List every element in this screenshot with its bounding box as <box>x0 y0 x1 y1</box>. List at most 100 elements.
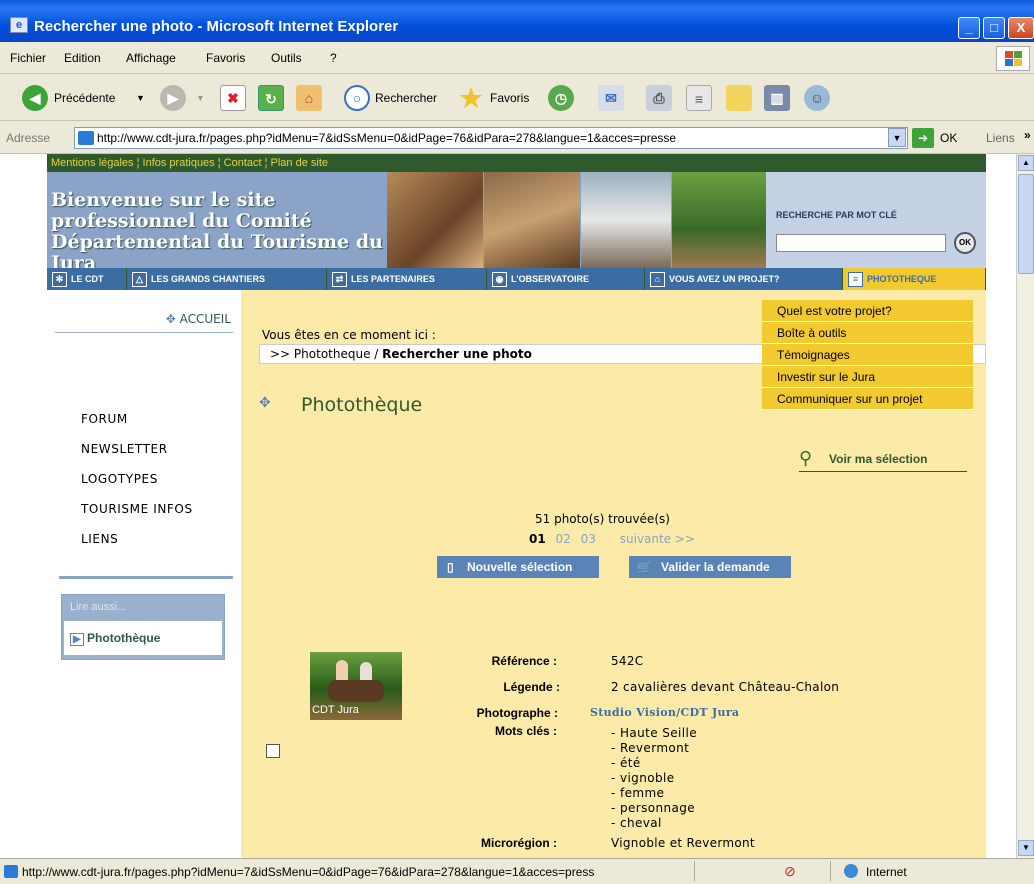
address-dropdown-icon[interactable]: ▼ <box>888 128 906 147</box>
forward-dropdown-icon[interactable]: ▼ <box>196 93 205 103</box>
keyword-item: - vignoble <box>611 771 675 785</box>
status-divider <box>830 861 831 881</box>
pagination: 01 02 03 suivante >> <box>529 532 695 546</box>
keyword-item: - personnage <box>611 801 696 815</box>
back-arrow-icon[interactable]: ◀ <box>22 85 48 111</box>
nav-le-cdt[interactable]: ✻ LE CDT <box>47 268 127 290</box>
sidebar-link-tourisme-infos[interactable]: TOURISME INFOS <box>81 494 193 524</box>
dropdown-item-projet[interactable]: Quel est votre projet? <box>762 300 973 322</box>
go-button-label[interactable]: OK <box>940 131 957 145</box>
magnifier-icon: ⚲ <box>799 448 813 468</box>
status-bar: http://www.cdt-jura.fr/pages.php?idMenu=… <box>0 858 1034 884</box>
photographer-value[interactable]: Studio Vision/CDT Jura <box>590 706 739 719</box>
mail-icon[interactable]: ✉ <box>598 85 624 111</box>
discuss-icon[interactable] <box>726 85 752 111</box>
scroll-thumb[interactable] <box>1018 174 1034 274</box>
maximize-button[interactable]: □ <box>983 17 1005 39</box>
page-02[interactable]: 02 <box>556 532 571 546</box>
links-label[interactable]: Liens <box>986 131 1015 145</box>
play-icon: ▶ <box>70 633 84 646</box>
sidebar-link-forum[interactable]: FORUM <box>81 404 193 434</box>
snowflake-icon: ✻ <box>52 272 67 288</box>
reference-value: 542C <box>611 654 644 668</box>
dropdown-item-communiquer[interactable]: Communiquer sur un projet <box>762 388 973 410</box>
favorites-button-label[interactable]: Favoris <box>490 91 529 105</box>
favorites-star-icon[interactable]: ★ <box>458 85 484 111</box>
globe-icon <box>844 864 858 878</box>
keyword-input[interactable] <box>776 234 946 252</box>
page-title: Photothèque <box>301 394 423 416</box>
scroll-down-icon[interactable]: ▼ <box>1018 840 1034 856</box>
nav-vous-avez-un-projet[interactable]: ⌂ VOUS AVEZ UN PROJET? <box>645 268 843 290</box>
menu-favoris[interactable]: Favoris <box>206 51 245 65</box>
minimize-button[interactable]: _ <box>958 17 980 39</box>
see-also-link[interactable]: ▶ Photothèque <box>64 621 222 655</box>
scroll-up-icon[interactable]: ▲ <box>1018 155 1034 171</box>
nav-grands-chantiers[interactable]: △ LES GRANDS CHANTIERS <box>127 268 327 290</box>
nav-partenaires[interactable]: ⇄ LES PARTENAIRES <box>327 268 487 290</box>
dropdown-item-temoignages[interactable]: Témoignages <box>762 344 973 366</box>
sidebar-link-newsletter[interactable]: NEWSLETTER <box>81 434 193 464</box>
back-button-label[interactable]: Précédente <box>54 91 115 105</box>
address-input[interactable]: http://www.cdt-jura.fr/pages.php?idMenu=… <box>74 127 908 149</box>
menu-edition[interactable]: Edition <box>64 51 101 65</box>
research-icon[interactable]: ▥ <box>764 85 790 111</box>
photo-thumbnail[interactable]: CDT Jura <box>310 652 402 720</box>
nav-observatoire[interactable]: ◉ L'OBSERVATOIRE <box>487 268 645 290</box>
sidebar-link-logotypes[interactable]: LOGOTYPES <box>81 464 193 494</box>
status-url: http://www.cdt-jura.fr/pages.php?idMenu=… <box>22 865 595 879</box>
search-title: RECHERCHE PAR MOT CLÉ <box>776 210 897 220</box>
microregion-value: Vignoble et Revermont <box>611 836 755 850</box>
breadcrumb-parent[interactable]: >> Phototheque / <box>270 347 378 361</box>
home-icon[interactable]: ⌂ <box>296 85 322 111</box>
edit-icon[interactable]: ≡ <box>686 85 712 111</box>
view-selection-link[interactable]: ⚲ Voir ma sélection <box>799 448 967 472</box>
go-arrow-icon[interactable]: ➔ <box>912 128 934 148</box>
triangle-icon: △ <box>132 272 147 288</box>
dropdown-item-boite-outils[interactable]: Boîte à outils <box>762 322 973 344</box>
close-button[interactable]: X <box>1008 17 1034 39</box>
see-also-title: Lire aussi... <box>70 601 127 613</box>
history-icon[interactable]: ◷ <box>548 85 574 111</box>
caption-label: Légende : <box>503 680 560 694</box>
document-icon: ≡ <box>848 272 863 288</box>
search-button-label[interactable]: Rechercher <box>375 91 437 105</box>
nav-phototheque[interactable]: ≡ PHOTOTHEQUE <box>843 268 986 290</box>
search-icon[interactable]: ○ <box>344 85 370 111</box>
print-icon[interactable]: ⎙ <box>646 85 672 111</box>
new-selection-button[interactable]: ▯ Nouvelle sélection <box>437 556 599 578</box>
banner-title: Bienvenue sur le site professionnel du C… <box>51 189 383 274</box>
security-zone: Internet <box>866 865 907 879</box>
vertical-scrollbar[interactable]: ▲ ▼ <box>1016 154 1034 858</box>
messenger-icon[interactable]: ☺ <box>804 85 830 111</box>
sidebar-link-liens[interactable]: LIENS <box>81 524 193 554</box>
search-ok-button[interactable]: OK <box>954 232 976 254</box>
results-count: 51 photo(s) trouvée(s) <box>535 512 670 526</box>
page-03[interactable]: 03 <box>581 532 596 546</box>
link-icon: ⇄ <box>332 272 347 288</box>
keywords-label: Mots clés : <box>494 724 557 738</box>
status-divider <box>694 861 695 881</box>
privacy-icon: ⊘ <box>784 863 796 879</box>
menu-outils[interactable]: Outils <box>271 51 302 65</box>
back-dropdown-icon[interactable]: ▼ <box>136 93 145 103</box>
validate-request-button[interactable]: 🛒 Valider la demande <box>629 556 791 578</box>
window-title: Rechercher une photo - Microsoft Interne… <box>34 18 399 35</box>
page-next[interactable]: suivante >> <box>620 532 695 546</box>
breadcrumb-current: Rechercher une photo <box>382 347 532 361</box>
home-link[interactable]: ✥ ACCUEIL <box>55 312 241 326</box>
menu-affichage[interactable]: Affichage <box>126 51 176 65</box>
microregion-label: Microrégion : <box>480 836 557 850</box>
menu-help[interactable]: ? <box>330 51 337 65</box>
keywords-list: - Haute Seille - Revermont - été - vigno… <box>611 726 697 831</box>
title-bar[interactable]: e Rechercher une photo - Microsoft Inter… <box>0 0 1034 42</box>
links-chevron-icon[interactable]: » <box>1024 128 1031 142</box>
top-links[interactable]: Mentions légales ¦ Infos pratiques ¦ Con… <box>47 154 986 172</box>
dropdown-item-investir[interactable]: Investir sur le Jura <box>762 366 973 388</box>
page-icon <box>4 865 18 878</box>
menu-fichier[interactable]: Fichier <box>10 51 46 65</box>
select-photo-checkbox[interactable] <box>266 744 280 758</box>
refresh-icon[interactable]: ↻ <box>258 85 284 111</box>
stop-icon[interactable]: ✖ <box>220 85 246 111</box>
forward-arrow-icon[interactable]: ▶ <box>160 85 186 111</box>
